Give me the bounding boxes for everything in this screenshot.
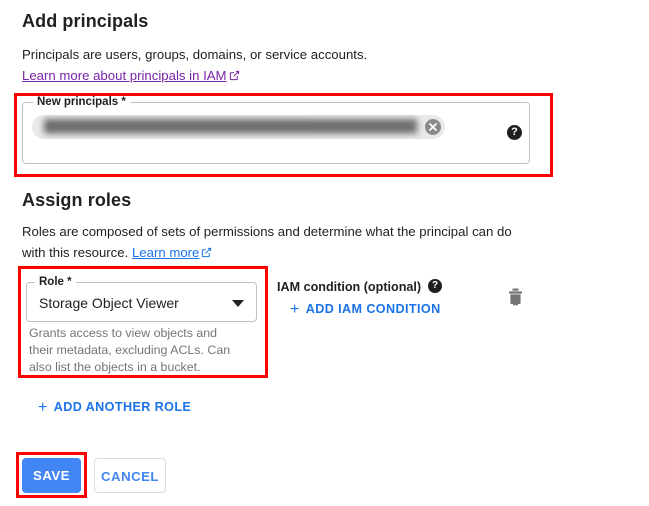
add-principals-description-text: Principals are users, groups, domains, o… [22, 47, 368, 62]
role-label: Role * [35, 275, 76, 289]
add-iam-condition-button[interactable]: + ADD IAM CONDITION [290, 301, 441, 319]
learn-more-about-principals-link[interactable]: Learn more about principals in IAM [22, 68, 240, 83]
add-iam-condition-label: ADD IAM CONDITION [305, 302, 441, 316]
iam-condition-help-icon[interactable]: ? [428, 279, 443, 293]
role-description-hint: Grants access to view objects and their … [29, 326, 231, 374]
new-principals-help-icon[interactable]: ? [507, 125, 522, 140]
learn-more-roles-link[interactable]: Learn more [132, 245, 212, 260]
assign-roles-description-text: Roles are composed of sets of permission… [22, 224, 512, 260]
add-principals-description: Principals are users, groups, domains, o… [22, 44, 538, 87]
role-select[interactable]: Role * Storage Object Viewer [26, 275, 257, 322]
iam-condition-label: IAM condition (optional)? [277, 279, 443, 295]
help-glyph: ? [432, 280, 439, 291]
page-title-add-principals: Add principals [22, 11, 149, 31]
new-principals-field[interactable]: New principals * ███████████████████████… [22, 95, 530, 164]
plus-icon: + [290, 301, 300, 318]
help-glyph: ? [511, 126, 518, 138]
new-principals-label: New principals * [33, 95, 130, 109]
learn-more-roles-label: Learn more [131, 245, 200, 260]
trash-icon[interactable] [507, 288, 524, 306]
add-another-role-label: ADD ANOTHER ROLE [53, 400, 192, 414]
remove-chip-icon[interactable] [425, 119, 441, 135]
chevron-down-icon[interactable] [232, 300, 244, 307]
external-link-icon [229, 66, 240, 87]
principal-chip[interactable]: ████████████████████████████████████████… [32, 115, 445, 139]
external-link-icon [201, 243, 212, 264]
plus-icon: + [38, 399, 48, 416]
iam-condition-label-text: IAM condition (optional) [277, 280, 422, 294]
save-button[interactable]: SAVE [22, 458, 81, 493]
role-selected-value: Storage Object Viewer [39, 295, 179, 311]
page-title-assign-roles: Assign roles [22, 190, 132, 210]
assign-roles-description: Roles are composed of sets of permission… [22, 221, 522, 264]
principal-chip-value: ████████████████████████████████████████… [44, 119, 417, 133]
add-another-role-button[interactable]: + ADD ANOTHER ROLE [38, 399, 191, 417]
cancel-button[interactable]: CANCEL [94, 458, 166, 493]
learn-more-about-principals-label: Learn more about principals in IAM [22, 68, 227, 83]
